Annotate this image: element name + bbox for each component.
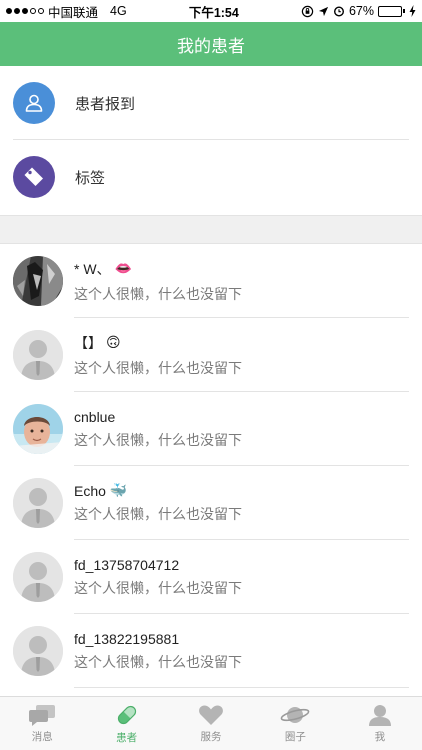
patient-name: * W、 bbox=[74, 260, 111, 277]
signal-strength-icon bbox=[6, 8, 44, 14]
avatar bbox=[13, 256, 63, 306]
tab-bar: 消息 患者 服务 圈子 我 bbox=[0, 696, 422, 750]
tag-icon bbox=[13, 156, 55, 198]
patient-name: Echo bbox=[74, 482, 106, 499]
menu-item-label: 标签 bbox=[75, 169, 106, 187]
patient-description: 这个人很懒，什么也没留下 bbox=[74, 359, 242, 376]
nav-bar: 我的患者 bbox=[0, 22, 422, 66]
patient-row[interactable]: fd_13822195881 这个人很懒，什么也没留下 bbox=[0, 614, 422, 688]
patient-name: 【】 bbox=[74, 334, 102, 351]
heart-icon bbox=[199, 705, 223, 725]
rotation-lock-icon bbox=[301, 5, 314, 17]
tab-label: 圈子 bbox=[284, 730, 306, 743]
patient-row[interactable]: * W、 👄 这个人很懒，什么也没留下 bbox=[0, 244, 422, 318]
menu-item-label: 患者报到 bbox=[75, 95, 136, 113]
person-icon bbox=[13, 82, 55, 124]
patient-row[interactable]: 【】 🙃 这个人很懒，什么也没留下 bbox=[0, 318, 422, 392]
user-icon bbox=[368, 704, 391, 726]
menu-item-tags[interactable]: 标签 bbox=[0, 140, 422, 214]
default-avatar-icon bbox=[13, 330, 63, 380]
message-icon bbox=[29, 704, 56, 726]
tab-label: 服务 bbox=[200, 730, 222, 743]
patient-list: * W、 👄 这个人很懒，什么也没留下 【】 🙃 这个人很懒，什么也没留下 cn… bbox=[0, 244, 422, 688]
planet-icon bbox=[281, 706, 310, 723]
battery-percent: 67% bbox=[348, 4, 374, 18]
patient-name: cnblue bbox=[74, 408, 116, 425]
patient-row[interactable]: Echo 🐳 这个人很懒，什么也没留下 bbox=[0, 466, 422, 540]
lips-emoji-icon: 👄 bbox=[114, 260, 132, 277]
status-bar: 中国联通 4G 下午1:54 67% bbox=[0, 0, 422, 22]
status-right: 67% bbox=[301, 4, 416, 18]
patient-description: 这个人很懒，什么也没留下 bbox=[74, 653, 242, 670]
page-title: 我的患者 bbox=[177, 36, 245, 56]
section-divider bbox=[0, 215, 422, 244]
patient-description: 这个人很懒，什么也没留下 bbox=[74, 431, 242, 448]
charging-icon bbox=[409, 5, 416, 17]
patient-row[interactable]: cnblue 这个人很懒，什么也没留下 bbox=[0, 392, 422, 466]
battery-icon bbox=[377, 5, 405, 17]
default-avatar-icon bbox=[13, 626, 63, 676]
upside-down-face-emoji-icon: 🙃 bbox=[106, 334, 121, 351]
tab-patients[interactable]: 患者 bbox=[84, 697, 168, 750]
tab-circle[interactable]: 圈子 bbox=[253, 697, 337, 750]
patient-description: 这个人很懒，什么也没留下 bbox=[74, 505, 242, 522]
tab-label: 消息 bbox=[31, 730, 53, 743]
patient-name: fd_13758704712 bbox=[74, 556, 180, 573]
tab-label: 我 bbox=[374, 730, 386, 743]
tab-messages[interactable]: 消息 bbox=[0, 697, 84, 750]
status-time: 下午1:54 bbox=[188, 5, 239, 20]
avatar bbox=[13, 404, 63, 454]
default-avatar-icon bbox=[13, 552, 63, 602]
patient-description: 这个人很懒，什么也没留下 bbox=[74, 579, 242, 596]
patient-name: fd_13822195881 bbox=[74, 630, 180, 647]
default-avatar-icon bbox=[13, 478, 63, 528]
tab-label: 患者 bbox=[116, 731, 138, 744]
status-left: 中国联通 4G bbox=[6, 2, 127, 21]
tab-me[interactable]: 我 bbox=[338, 697, 422, 750]
menu-item-patient-checkin[interactable]: 患者报到 bbox=[0, 66, 422, 140]
location-icon bbox=[318, 6, 329, 16]
tab-services[interactable]: 服务 bbox=[169, 697, 253, 750]
carrier-name: 中国联通 bbox=[48, 5, 99, 20]
pill-icon bbox=[117, 703, 138, 724]
patient-description: 这个人很懒，什么也没留下 bbox=[74, 285, 242, 302]
whale-emoji-icon: 🐳 bbox=[109, 482, 128, 499]
patient-row[interactable]: fd_13758704712 这个人很懒，什么也没留下 bbox=[0, 540, 422, 614]
alarm-icon bbox=[333, 6, 344, 17]
network-type: 4G bbox=[110, 4, 127, 18]
